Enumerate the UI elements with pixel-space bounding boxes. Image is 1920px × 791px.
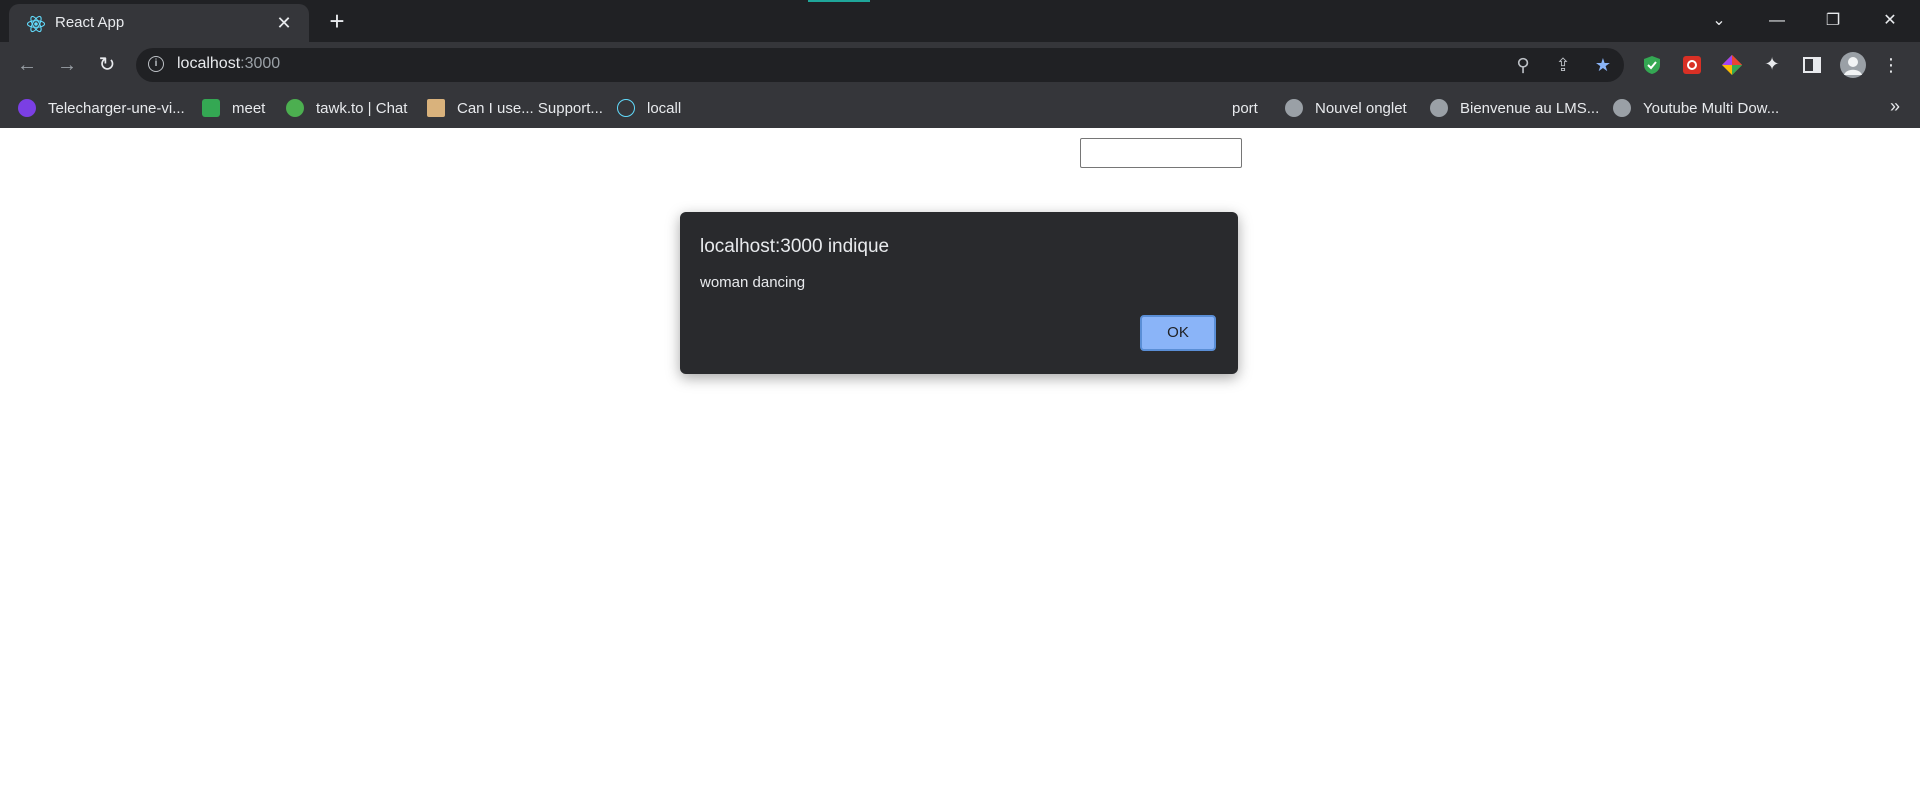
bookmark-label: meet bbox=[232, 99, 266, 117]
bookmark-label: port bbox=[1232, 99, 1258, 117]
url-text: localhost:3000 bbox=[177, 55, 280, 73]
bookmark-caniuse[interactable]: Can I use... Support... bbox=[427, 97, 603, 119]
shield-extension-icon[interactable] bbox=[1641, 54, 1663, 76]
bookmark-meet[interactable]: meet bbox=[202, 97, 265, 119]
bookmark-label: tawk.to | Chat bbox=[316, 99, 408, 117]
more-bookmarks-button[interactable]: » bbox=[1890, 96, 1900, 117]
bookmarks-bar: Telecharger-une-vi... meet tawk.to | Cha… bbox=[0, 88, 1920, 128]
bookmark-nouvel-onglet[interactable]: Nouvel onglet bbox=[1285, 97, 1407, 119]
bookmark-label: Telecharger-une-vi... bbox=[48, 99, 185, 117]
bookmark-telecharger[interactable]: Telecharger-une-vi... bbox=[18, 97, 185, 119]
color-picker-extension-icon[interactable] bbox=[1721, 54, 1743, 76]
bookmark-label: Can I use... Support... bbox=[457, 99, 603, 117]
url-host: localhost bbox=[177, 55, 241, 72]
alert-message: woman dancing bbox=[700, 274, 806, 291]
site-info-icon[interactable]: i bbox=[148, 56, 164, 72]
browser-chrome: React App ✕ + ⌄ — ❐ ✕ ← → ↻ i localhost:… bbox=[0, 0, 1920, 128]
bookmark-label: Bienvenue au LMS... bbox=[1460, 99, 1600, 117]
extensions-puzzle-icon[interactable]: ✦ bbox=[1761, 53, 1783, 75]
menu-kebab-icon[interactable]: ⋮ bbox=[1880, 54, 1902, 76]
ok-button[interactable]: OK bbox=[1140, 315, 1216, 351]
tab-strip: React App ✕ + ⌄ — ❐ ✕ bbox=[0, 0, 1920, 42]
forward-icon[interactable]: → bbox=[53, 51, 81, 79]
close-window-icon[interactable]: ✕ bbox=[1868, 6, 1912, 36]
globe-icon bbox=[1613, 99, 1631, 117]
tab-title: React App bbox=[55, 14, 125, 31]
meet-icon bbox=[202, 99, 220, 117]
page-content: I am writing text localhost:3000 indique… bbox=[0, 128, 1920, 791]
video-icon bbox=[18, 99, 36, 117]
globe-icon bbox=[1285, 99, 1303, 117]
alert-dialog: localhost:3000 indique woman dancing OK bbox=[680, 212, 1238, 374]
globe-icon bbox=[1430, 99, 1448, 117]
share-icon[interactable]: ⇪ bbox=[1552, 54, 1574, 76]
address-bar[interactable]: i localhost:3000 ⚲ ⇪ ★ bbox=[136, 48, 1624, 82]
bookmark-star-icon[interactable]: ★ bbox=[1592, 54, 1614, 76]
profile-avatar-icon[interactable] bbox=[1840, 52, 1866, 78]
side-panel-icon[interactable] bbox=[1801, 54, 1823, 76]
bookmark-localhost[interactable]: locall bbox=[617, 97, 681, 119]
bookmark-tawkto[interactable]: tawk.to | Chat bbox=[286, 97, 407, 119]
reload-icon[interactable]: ↻ bbox=[93, 51, 121, 79]
toolbar: ← → ↻ i localhost:3000 ⚲ ⇪ ★ ✦ ⋮ bbox=[0, 42, 1920, 88]
page-text-input[interactable] bbox=[1080, 138, 1242, 168]
restore-icon[interactable]: ❐ bbox=[1811, 6, 1855, 36]
tab-react-app[interactable]: React App ✕ bbox=[9, 4, 309, 42]
caniuse-icon bbox=[427, 99, 445, 117]
tawkto-icon bbox=[286, 99, 304, 117]
red-extension-icon[interactable] bbox=[1681, 54, 1703, 76]
tab-search-icon[interactable]: ⌄ bbox=[1697, 6, 1741, 36]
bookmark-lms[interactable]: Bienvenue au LMS... bbox=[1430, 97, 1599, 119]
window-accent bbox=[808, 0, 870, 2]
back-icon[interactable]: ← bbox=[13, 51, 41, 79]
react-logo-icon bbox=[26, 15, 46, 33]
bookmark-support[interactable]: port bbox=[1232, 97, 1258, 119]
minimize-icon[interactable]: — bbox=[1755, 6, 1799, 36]
zoom-icon[interactable]: ⚲ bbox=[1512, 54, 1534, 76]
react-logo-icon bbox=[617, 99, 635, 117]
bookmark-label: Nouvel onglet bbox=[1315, 99, 1407, 117]
new-tab-button[interactable]: + bbox=[325, 8, 349, 34]
close-tab-icon[interactable]: ✕ bbox=[273, 12, 295, 34]
bookmark-label: Youtube Multi Dow... bbox=[1643, 99, 1780, 117]
bookmark-youtube-multi[interactable]: Youtube Multi Dow... bbox=[1613, 97, 1779, 119]
alert-title: localhost:3000 indique bbox=[700, 236, 890, 257]
url-port: :3000 bbox=[240, 55, 281, 72]
bookmark-label: locall bbox=[647, 99, 682, 117]
